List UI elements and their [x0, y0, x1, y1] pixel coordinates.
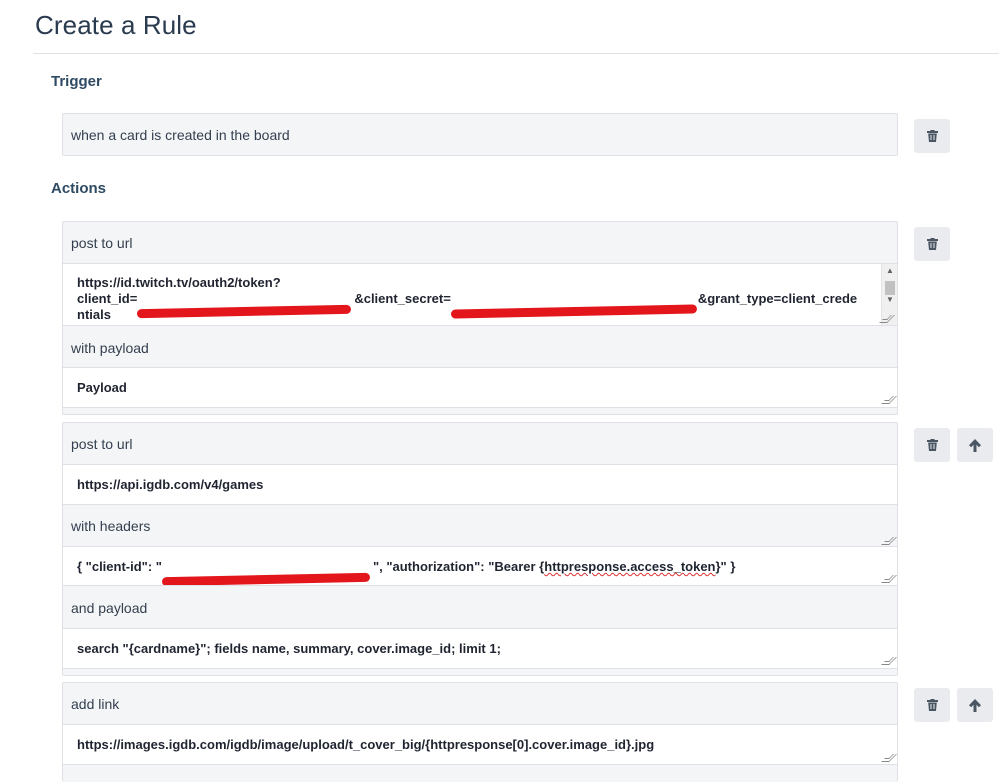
action-2-headers-label: with headers [71, 518, 151, 534]
delete-action-2-button[interactable] [914, 428, 950, 462]
action-1-url-input[interactable]: https://id.twitch.tv/oauth2/token? clien… [63, 263, 897, 326]
actions-heading: Actions [51, 180, 107, 197]
action-2-headers-input[interactable]: { "client-id": " ", "authorization": "Bea… [63, 546, 897, 586]
trash-icon [926, 130, 938, 142]
action-2-payload-label: and payload [71, 600, 148, 616]
trigger-panel[interactable]: when a card is created in the board [62, 113, 898, 156]
action-1-payload-input[interactable]: Payload [63, 367, 897, 408]
action-1-url-line2: client_id= &client_secret= &grant_type=cli… [77, 291, 883, 319]
action-2-payload-input[interactable]: search "{cardname}"; fields name, summar… [63, 628, 897, 669]
move-up-action-3-button[interactable] [957, 688, 993, 722]
delete-trigger-button[interactable] [914, 119, 950, 153]
action-card-1: post to url https://id.twitch.tv/oauth2/… [62, 221, 898, 415]
page-title: Create a Rule [35, 10, 197, 40]
trigger-heading: Trigger [51, 73, 102, 90]
delete-action-1-button[interactable] [914, 227, 950, 261]
scroll-down-arrow-icon[interactable]: ▼ [882, 293, 897, 307]
trash-icon [926, 238, 938, 250]
arrow-up-icon [969, 438, 981, 452]
action-2-label: post to url [71, 436, 133, 452]
action-1-url-line1: https://id.twitch.tv/oauth2/token? [77, 275, 281, 290]
scroll-up-arrow-icon[interactable]: ▲ [882, 264, 897, 278]
action-1-payload-label: with payload [71, 340, 149, 356]
action-2-url-input[interactable]: https://api.igdb.com/v4/games [63, 464, 897, 505]
trash-icon [926, 439, 938, 451]
trigger-value[interactable]: when a card is created in the board [71, 127, 290, 143]
action-1-label: post to url [71, 235, 133, 251]
title-divider [33, 53, 999, 54]
delete-action-3-button[interactable] [914, 688, 950, 722]
action-card-2: post to url https://api.igdb.com/v4/game… [62, 422, 898, 676]
move-up-action-2-button[interactable] [957, 428, 993, 462]
action-card-3: add link https://images.igdb.com/igdb/im… [62, 682, 898, 782]
resize-grip-icon[interactable] [881, 537, 897, 545]
action-3-url-input[interactable]: https://images.igdb.com/igdb/image/uploa… [63, 724, 897, 765]
action-3-label: add link [71, 696, 120, 712]
arrow-up-icon [969, 698, 981, 712]
trash-icon [926, 699, 938, 711]
